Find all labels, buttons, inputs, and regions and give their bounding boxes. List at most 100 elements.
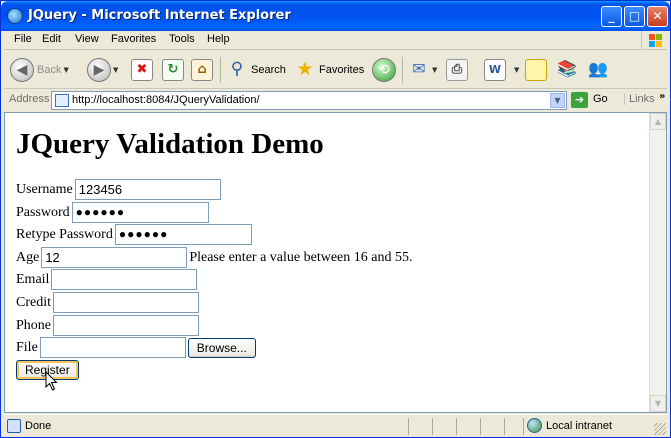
links-label[interactable]: Links xyxy=(624,93,655,105)
phone-label: Phone xyxy=(16,317,51,333)
status-divider xyxy=(480,418,481,435)
browse-button[interactable]: Browse... xyxy=(187,337,256,358)
status-divider xyxy=(523,418,524,435)
close-button[interactable]: ✕ xyxy=(647,6,668,27)
status-divider xyxy=(456,418,457,435)
go-arrow-icon[interactable]: ➔ xyxy=(571,92,588,108)
email-input[interactable] xyxy=(51,269,198,290)
maximize-button[interactable]: □ xyxy=(624,6,645,27)
menu-file[interactable]: File xyxy=(14,33,32,45)
vertical-scrollbar[interactable]: ▲ ▼ xyxy=(649,113,666,412)
status-divider xyxy=(432,418,433,435)
credit-row: Credit xyxy=(16,292,199,313)
research-icon: 📚 xyxy=(557,59,577,78)
age-row: Age 12 Please enter a value between 16 a… xyxy=(16,247,412,268)
home-button[interactable]: ⌂ xyxy=(191,56,213,84)
scroll-up-icon[interactable]: ▲ xyxy=(650,113,666,130)
print-icon: ⎙ xyxy=(446,59,468,81)
favorites-label: Favorites xyxy=(319,64,365,76)
messenger-button[interactable]: 👥 xyxy=(587,56,609,84)
windows-logo-icon xyxy=(641,31,663,49)
password-input[interactable]: ●●●●●● xyxy=(71,202,209,223)
credit-input[interactable] xyxy=(53,292,199,313)
menu-tools[interactable]: Tools xyxy=(169,33,195,45)
toolbar-separator xyxy=(220,57,221,83)
toolbar: ◀ Back ▼ ▶ ▼ ✖ ↻ ⌂ ⚲ Search ★ Favorites … xyxy=(4,51,667,89)
page-done-icon xyxy=(7,419,21,433)
age-label: Age xyxy=(16,249,40,265)
research-button[interactable]: 📚 xyxy=(556,56,578,84)
address-input[interactable]: http://localhost:8084/JQueryValidation/ … xyxy=(51,91,567,110)
discuss-button[interactable] xyxy=(525,56,547,84)
mail-icon: ✉ xyxy=(412,59,426,78)
forward-dropdown-icon[interactable]: ▼ xyxy=(113,66,118,74)
password-row: Password ●●●●●● xyxy=(16,202,209,223)
mouse-pointer-icon xyxy=(45,371,58,391)
toolbar-separator xyxy=(402,57,403,83)
messenger-icon: 👥 xyxy=(588,59,608,78)
menu-favorites[interactable]: Favorites xyxy=(111,33,156,45)
links-chevron-icon[interactable]: » xyxy=(659,91,665,102)
go-button[interactable]: Go xyxy=(593,93,608,105)
file-row: File Browse... xyxy=(16,337,256,358)
username-row: Username 123456 xyxy=(16,179,221,200)
refresh-button[interactable]: ↻ xyxy=(162,56,184,84)
back-label: Back xyxy=(37,64,62,76)
email-row: Email xyxy=(16,269,198,290)
age-input[interactable]: 12 xyxy=(41,247,188,268)
minimize-button[interactable]: _ xyxy=(601,6,622,27)
status-divider xyxy=(504,418,505,435)
mail-button[interactable]: ✉ ▼ xyxy=(408,56,437,84)
status-text: Done xyxy=(25,420,52,432)
edit-icon: W xyxy=(484,59,506,81)
phone-input[interactable] xyxy=(53,315,199,336)
resize-grip-icon[interactable] xyxy=(654,423,666,435)
history-icon: ⟲ xyxy=(372,58,396,82)
address-dropdown-icon[interactable]: ▼ xyxy=(550,93,565,108)
page-icon xyxy=(55,94,69,107)
credit-label: Credit xyxy=(16,294,51,310)
edit-dropdown-icon[interactable]: ▼ xyxy=(514,66,519,74)
menu-help[interactable]: Help xyxy=(207,33,230,45)
page-heading: JQuery Validation Demo xyxy=(16,128,324,160)
retype-password-row: Retype Password ●●●●●● xyxy=(16,224,252,245)
intranet-zone-icon xyxy=(527,418,542,433)
status-divider xyxy=(408,418,409,435)
menu-view[interactable]: View xyxy=(75,33,99,45)
forward-button[interactable]: ▶ ▼ xyxy=(87,56,118,84)
username-input[interactable]: 123456 xyxy=(74,179,221,200)
address-label: Address xyxy=(9,93,50,105)
edit-button[interactable]: W ▼ xyxy=(484,56,519,84)
title-bar[interactable]: JQuery - Microsoft Internet Explorer _ □… xyxy=(1,1,670,31)
discuss-icon xyxy=(525,59,547,81)
ie-icon xyxy=(7,8,23,24)
page-viewport: JQuery Validation Demo Username 123456 P… xyxy=(4,112,667,413)
retype-password-input[interactable]: ●●●●●● xyxy=(114,224,252,245)
print-button[interactable]: ⎙ xyxy=(446,56,468,84)
browser-window: JQuery - Microsoft Internet Explorer _ □… xyxy=(0,0,671,438)
page-document: JQuery Validation Demo Username 123456 P… xyxy=(5,113,650,412)
age-error-message: Please enter a value between 16 and 55. xyxy=(189,249,413,265)
scroll-down-icon[interactable]: ▼ xyxy=(650,395,666,412)
search-button[interactable]: ⚲ Search xyxy=(226,56,286,84)
address-url: http://localhost:8084/JQueryValidation/ xyxy=(72,94,260,106)
back-button[interactable]: ◀ Back ▼ xyxy=(10,56,69,84)
stop-button[interactable]: ✖ xyxy=(131,56,153,84)
mail-dropdown-icon[interactable]: ▼ xyxy=(432,66,437,74)
email-label: Email xyxy=(16,271,50,287)
stop-icon: ✖ xyxy=(131,59,153,81)
favorites-button[interactable]: ★ Favorites xyxy=(294,56,364,84)
back-dropdown-icon[interactable]: ▼ xyxy=(63,66,68,74)
history-button[interactable]: ⟲ xyxy=(372,56,396,84)
search-label: Search xyxy=(251,64,286,76)
search-icon: ⚲ xyxy=(230,59,244,79)
refresh-icon: ↻ xyxy=(162,59,184,81)
file-path-input[interactable] xyxy=(39,337,186,358)
password-label: Password xyxy=(16,204,70,220)
menu-edit[interactable]: Edit xyxy=(42,33,61,45)
forward-icon: ▶ xyxy=(87,58,111,82)
back-icon: ◀ xyxy=(10,58,34,82)
file-label: File xyxy=(16,339,38,355)
window-title: JQuery - Microsoft Internet Explorer xyxy=(28,8,291,23)
menu-bar: File Edit View Favorites Tools Help xyxy=(4,31,667,50)
